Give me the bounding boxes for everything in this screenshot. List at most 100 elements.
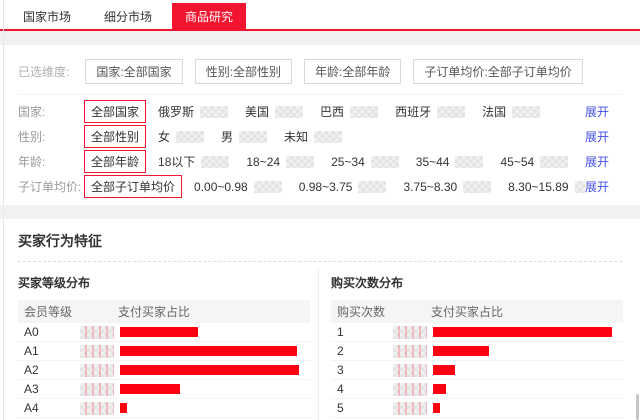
redacted-value	[540, 156, 568, 168]
filter-option[interactable]: 45~54	[500, 155, 568, 169]
filter-option[interactable]: 0.00~0.98	[194, 180, 282, 194]
redacted-value	[393, 402, 427, 415]
filter-option[interactable]: 18~24	[246, 155, 314, 169]
filter-option[interactable]: 巴西	[320, 103, 378, 120]
expand-link[interactable]: 展开	[585, 178, 622, 195]
filter-option-label: 18以下	[158, 153, 195, 170]
filter-selected-option[interactable]: 全部性别	[84, 125, 146, 148]
bar-zone	[120, 327, 310, 337]
bar	[433, 384, 446, 394]
redacted-value	[314, 131, 342, 143]
dimension-chip[interactable]: 国家:全部国家	[85, 59, 182, 84]
filter-option[interactable]: 25~34	[331, 155, 399, 169]
expand-link[interactable]: 展开	[585, 153, 622, 170]
filter-option[interactable]: 男	[221, 128, 267, 145]
row-value-cell	[393, 402, 433, 415]
dimension-chip[interactable]: 性别:全部性别	[195, 59, 292, 84]
filter-option[interactable]: 3.75~8.30	[403, 180, 491, 194]
filter-option[interactable]: 0.98~3.75	[299, 180, 387, 194]
filter-option-label: 18~24	[246, 155, 280, 169]
filter-selected-option[interactable]: 全部年龄	[84, 150, 146, 173]
buyer-behavior-section: 买家行为特征 买家等级分布会员等级支付买家占比A0A1A2A3A4购买次数分布购…	[0, 219, 640, 420]
table-row: 1	[331, 323, 623, 342]
redacted-value	[393, 383, 427, 396]
filter-option[interactable]: 女	[158, 128, 204, 145]
row-label: A0	[18, 325, 80, 339]
bar-zone	[120, 346, 310, 356]
filter-selected-option[interactable]: 全部子订单均价	[84, 175, 182, 198]
tab-国家市场[interactable]: 国家市场	[10, 3, 84, 29]
dimension-chips: 国家:全部国家性别:全部性别年龄:全部年龄子订单均价:全部子订单均价	[85, 59, 594, 84]
redacted-value	[80, 402, 114, 415]
filter-rows: 国家:全部国家俄罗斯美国巴西西班牙法国展开性别:全部性别女男未知展开年龄:全部年…	[18, 99, 622, 199]
redacted-value	[286, 156, 314, 168]
bar-zone	[433, 346, 623, 356]
dimension-chip[interactable]: 子订单均价:全部子订单均价	[413, 59, 582, 84]
filter-option[interactable]: 未知	[284, 128, 342, 145]
filter-option-label: 俄罗斯	[158, 103, 194, 120]
filter-option[interactable]: 法国	[482, 103, 540, 120]
filter-option-label: 美国	[245, 103, 269, 120]
filter-options: 18以下 18~24 25~34 35~44 45~54	[158, 153, 585, 170]
section-gap-band	[0, 205, 640, 219]
section-gap-band	[0, 31, 640, 45]
filter-option[interactable]: 18以下	[158, 153, 229, 170]
redacted-value	[393, 364, 427, 377]
redacted-value	[239, 131, 267, 143]
tab-bar: 国家市场细分市场商品研究	[0, 0, 640, 31]
bar-zone	[120, 403, 310, 413]
filter-row-1: 性别:全部性别女男未知展开	[18, 124, 622, 149]
tab-商品研究[interactable]: 商品研究	[172, 3, 246, 29]
filter-option-label: 8.30~15.89	[508, 180, 568, 194]
filter-row-2: 年龄:全部年龄18以下18~2425~3435~4445~54展开	[18, 149, 622, 174]
column-header: 购买次数	[331, 303, 431, 320]
redacted-value	[80, 383, 114, 396]
bar	[120, 346, 297, 356]
dimension-chip[interactable]: 年龄:全部年龄	[304, 59, 401, 84]
filter-option[interactable]: 俄罗斯	[158, 103, 228, 120]
filter-name: 子订单均价:	[18, 178, 84, 195]
column-header: 会员等级	[18, 303, 118, 320]
table-row: A1	[18, 342, 310, 361]
redacted-value	[200, 106, 228, 118]
chart-title: 买家等级分布	[18, 274, 310, 291]
filter-option[interactable]: 西班牙	[395, 103, 465, 120]
selected-dimensions-row: 已选维度: 国家:全部国家性别:全部性别年龄:全部年龄子订单均价:全部子订单均价	[18, 59, 622, 84]
filter-row-3: 子订单均价:全部子订单均价 0.00~0.98 0.98~3.75 3.75~8.30…	[18, 174, 622, 199]
redacted-value	[350, 106, 378, 118]
filter-option[interactable]: 8.30~15.89	[508, 180, 585, 194]
table-row: A0	[18, 323, 310, 342]
row-value-cell	[80, 326, 120, 339]
divider	[18, 94, 622, 95]
chart-panel-0: 买家等级分布会员等级支付买家占比A0A1A2A3A4	[18, 270, 310, 420]
redacted-value	[463, 181, 491, 193]
table-row: 5	[331, 399, 623, 418]
filter-name: 国家:	[18, 103, 84, 120]
bar-zone	[433, 365, 623, 375]
row-label: 3	[331, 363, 393, 377]
expand-link[interactable]: 展开	[585, 128, 622, 145]
row-label: 2	[331, 344, 393, 358]
redacted-value	[254, 181, 282, 193]
redacted-value	[393, 345, 427, 358]
filter-selected-option[interactable]: 全部国家	[84, 100, 146, 123]
bar	[433, 365, 455, 375]
page-left-border	[3, 0, 4, 420]
filter-option-label: 未知	[284, 128, 308, 145]
filter-option[interactable]: 美国	[245, 103, 303, 120]
table-row: 2	[331, 342, 623, 361]
dashed-divider	[18, 261, 622, 262]
row-label: A2	[18, 363, 80, 377]
redacted-value	[371, 156, 399, 168]
tab-细分市场[interactable]: 细分市场	[91, 3, 165, 29]
vertical-scrollbar[interactable]	[636, 394, 639, 420]
filter-option[interactable]: 35~44	[416, 155, 484, 169]
filters-panel: 已选维度: 国家:全部国家性别:全部性别年龄:全部年龄子订单均价:全部子订单均价…	[0, 45, 640, 205]
expand-link[interactable]: 展开	[585, 103, 622, 120]
bar	[120, 327, 198, 337]
bar	[120, 384, 180, 394]
chart-panel-1: 购买次数分布购买次数支付买家占比123456-1010+	[331, 270, 623, 420]
chart-panels: 买家等级分布会员等级支付买家占比A0A1A2A3A4购买次数分布购买次数支付买家…	[18, 270, 622, 420]
filter-option-label: 45~54	[500, 155, 534, 169]
redacted-value	[80, 345, 114, 358]
